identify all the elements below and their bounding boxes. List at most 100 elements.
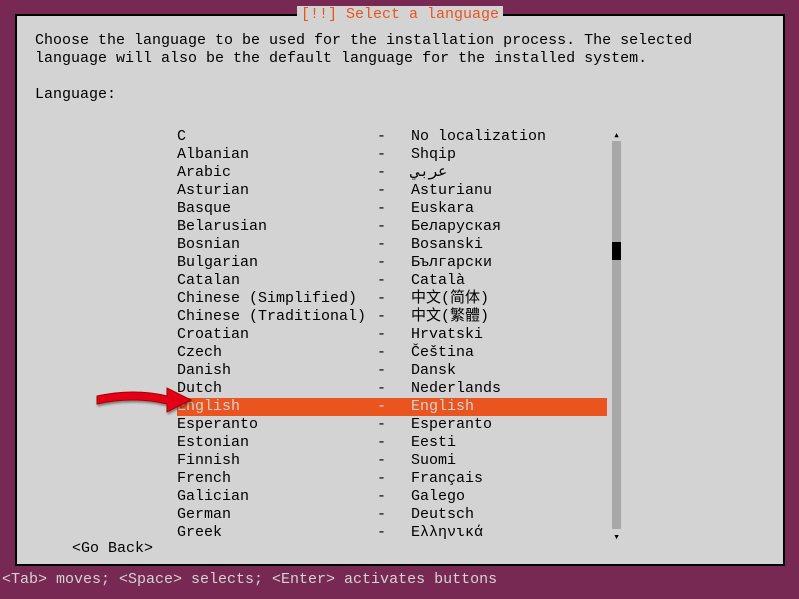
- language-native: Български: [411, 254, 607, 272]
- language-option[interactable]: Arabic - عربي: [177, 164, 607, 182]
- separator: -: [377, 434, 411, 452]
- language-native: Беларуская: [411, 218, 607, 236]
- language-name: Belarusian: [177, 218, 377, 236]
- language-native: Asturianu: [411, 182, 607, 200]
- separator: -: [377, 380, 411, 398]
- language-option[interactable]: Bulgarian - Български: [177, 254, 607, 272]
- language-name: Estonian: [177, 434, 377, 452]
- language-native: No localization: [411, 128, 607, 146]
- separator: -: [377, 272, 411, 290]
- language-native: عربي: [411, 164, 607, 182]
- language-name: Bulgarian: [177, 254, 377, 272]
- language-native: Suomi: [411, 452, 607, 470]
- dialog-title: [!!] Select a language: [297, 6, 503, 24]
- language-name: Basque: [177, 200, 377, 218]
- language-name: German: [177, 506, 377, 524]
- instruction-text: Choose the language to be used for the i…: [35, 32, 765, 68]
- language-name: Czech: [177, 344, 377, 362]
- language-name: Greek: [177, 524, 377, 542]
- separator: -: [377, 146, 411, 164]
- language-native: Nederlands: [411, 380, 607, 398]
- dialog-title-bar: [!!] Select a language: [17, 6, 783, 24]
- separator: -: [377, 506, 411, 524]
- footer-hint: <Tab> moves; <Space> selects; <Enter> ac…: [0, 571, 799, 589]
- go-back-button[interactable]: <Go Back>: [72, 540, 153, 558]
- separator: -: [377, 236, 411, 254]
- language-name: Albanian: [177, 146, 377, 164]
- language-option[interactable]: Asturian - Asturianu: [177, 182, 607, 200]
- separator: -: [377, 254, 411, 272]
- dialog-content: Choose the language to be used for the i…: [17, 16, 783, 138]
- separator: -: [377, 200, 411, 218]
- separator: -: [377, 398, 411, 416]
- separator: -: [377, 416, 411, 434]
- language-name: Croatian: [177, 326, 377, 344]
- language-option[interactable]: Greek - Ελληνικά: [177, 524, 607, 542]
- language-native: Deutsch: [411, 506, 607, 524]
- language-option[interactable]: Finnish - Suomi: [177, 452, 607, 470]
- language-option[interactable]: C - No localization: [177, 128, 607, 146]
- language-native: Bosanski: [411, 236, 607, 254]
- separator: -: [377, 308, 411, 326]
- separator: -: [377, 344, 411, 362]
- language-native: Galego: [411, 488, 607, 506]
- scroll-thumb[interactable]: [612, 242, 621, 260]
- language-native: Shqip: [411, 146, 607, 164]
- language-native: 中文(繁體): [411, 308, 607, 326]
- language-name: Finnish: [177, 452, 377, 470]
- language-name: Catalan: [177, 272, 377, 290]
- language-name: C: [177, 128, 377, 146]
- separator: -: [377, 524, 411, 542]
- language-name: Dutch: [177, 380, 377, 398]
- scrollbar[interactable]: ▴ ▾: [612, 128, 621, 542]
- language-native: Euskara: [411, 200, 607, 218]
- language-option[interactable]: Estonian - Eesti: [177, 434, 607, 452]
- separator: -: [377, 326, 411, 344]
- language-option[interactable]: Danish - Dansk: [177, 362, 607, 380]
- language-name: Asturian: [177, 182, 377, 200]
- language-option[interactable]: Esperanto - Esperanto: [177, 416, 607, 434]
- language-option[interactable]: Albanian - Shqip: [177, 146, 607, 164]
- language-native: Dansk: [411, 362, 607, 380]
- language-option[interactable]: Galician - Galego: [177, 488, 607, 506]
- language-option[interactable]: Belarusian - Беларуская: [177, 218, 607, 236]
- language-native: Ελληνικά: [411, 524, 607, 542]
- language-option[interactable]: Bosnian - Bosanski: [177, 236, 607, 254]
- language-name: French: [177, 470, 377, 488]
- separator: -: [377, 470, 411, 488]
- scroll-down-icon[interactable]: ▾: [612, 529, 621, 543]
- separator: -: [377, 488, 411, 506]
- language-name: Danish: [177, 362, 377, 380]
- language-option[interactable]: Basque - Euskara: [177, 200, 607, 218]
- language-option[interactable]: Croatian - Hrvatski: [177, 326, 607, 344]
- language-name: Arabic: [177, 164, 377, 182]
- prompt-label: Language:: [35, 86, 765, 104]
- language-option[interactable]: Czech - Čeština: [177, 344, 607, 362]
- language-name: Chinese (Simplified): [177, 290, 377, 308]
- separator: -: [377, 164, 411, 182]
- language-option[interactable]: Dutch - Nederlands: [177, 380, 607, 398]
- separator: -: [377, 290, 411, 308]
- language-option[interactable]: Chinese (Traditional) - 中文(繁體): [177, 308, 607, 326]
- separator: -: [377, 362, 411, 380]
- language-name: English: [177, 398, 377, 416]
- language-option[interactable]: French - Français: [177, 470, 607, 488]
- language-native: English: [411, 398, 607, 416]
- language-list[interactable]: C - No localizationAlbanian - ShqipArabi…: [177, 128, 607, 542]
- language-name: Esperanto: [177, 416, 377, 434]
- language-native: Français: [411, 470, 607, 488]
- language-option[interactable]: Chinese (Simplified) - 中文(简体): [177, 290, 607, 308]
- language-native: Čeština: [411, 344, 607, 362]
- separator: -: [377, 182, 411, 200]
- language-name: Galician: [177, 488, 377, 506]
- language-native: Esperanto: [411, 416, 607, 434]
- language-option[interactable]: Catalan - Català: [177, 272, 607, 290]
- separator: -: [377, 218, 411, 236]
- language-option[interactable]: English - English: [177, 398, 607, 416]
- language-native: Hrvatski: [411, 326, 607, 344]
- language-dialog: [!!] Select a language Choose the langua…: [15, 14, 785, 566]
- language-option[interactable]: German - Deutsch: [177, 506, 607, 524]
- language-name: Chinese (Traditional): [177, 308, 377, 326]
- language-native: 中文(简体): [411, 290, 607, 308]
- scroll-up-icon[interactable]: ▴: [612, 127, 621, 141]
